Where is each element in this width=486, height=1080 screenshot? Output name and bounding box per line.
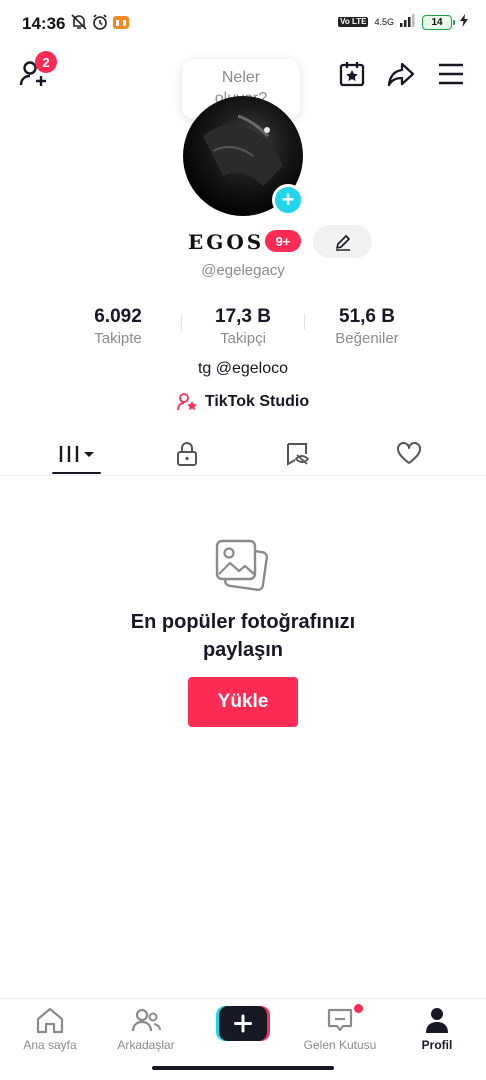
grid-icon <box>59 446 94 462</box>
likes-label: Beğeniler <box>335 330 399 347</box>
empty-title-line2: paylaşın <box>202 639 284 661</box>
studio-label: TikTok Studio <box>204 393 310 410</box>
likes-count: 51,6 B <box>339 306 395 327</box>
photo-icon <box>213 537 273 600</box>
creator-star-icon <box>176 393 197 411</box>
username: @egelegacy <box>201 262 285 279</box>
followers-count: 17,3 B <box>215 306 271 327</box>
followers-label: Takipçi <box>220 330 266 347</box>
tab-liked[interactable] <box>379 434 439 474</box>
volte-indicator: Vo LTE <box>338 16 369 28</box>
bio: tg @egeloco <box>197 360 289 377</box>
share-profile-button[interactable] <box>383 56 419 92</box>
hidden-reposts-icon <box>287 443 310 466</box>
nav-profile[interactable]: Profil <box>389 1006 485 1052</box>
friends-icon <box>131 1008 161 1032</box>
status-indicators: Vo LTE 4.5G 14 <box>338 14 468 30</box>
nav-friends[interactable]: Arkadaşlar <box>98 1006 194 1052</box>
create-icon <box>216 1006 270 1041</box>
tab-private[interactable] <box>157 434 217 474</box>
empty-title-line1: En popüler fotoğrafınızı <box>130 611 356 633</box>
notifications-muted-icon <box>70 13 88 36</box>
upload-button[interactable]: Yükle <box>188 677 298 727</box>
signal-icon <box>400 14 416 30</box>
display-name: EGOS <box>188 230 265 254</box>
note-line1: Neler <box>221 69 261 87</box>
plus-icon: + <box>281 187 295 212</box>
charging-icon <box>460 14 468 30</box>
friend-requests-badge: 2 <box>35 51 57 73</box>
calendar-button[interactable] <box>334 56 370 92</box>
inbox-unread-dot <box>354 1004 363 1013</box>
stat-likes[interactable]: 51,6 B Beğeniler <box>302 306 432 347</box>
home-icon <box>36 1007 64 1034</box>
tiktok-studio-link[interactable]: TikTok Studio <box>0 392 486 412</box>
nav-profile-label: Profil <box>421 1038 453 1052</box>
create-button[interactable] <box>216 1006 270 1041</box>
share-icon <box>387 62 415 87</box>
app-notification-icon <box>112 13 130 36</box>
battery-indicator: 14 <box>422 14 455 30</box>
following-label: Takipte <box>94 330 142 347</box>
tab-videos[interactable] <box>47 434 107 474</box>
network-type: 4.5G <box>374 16 394 27</box>
calendar-star-icon <box>339 62 365 87</box>
active-tab-indicator <box>52 472 101 474</box>
notification-badge: 9+ <box>265 230 301 252</box>
nav-home[interactable]: Ana sayfa <box>2 1006 98 1052</box>
pencil-icon <box>335 234 350 251</box>
lock-icon <box>177 442 197 466</box>
stat-followers[interactable]: 17,3 B Takipçi <box>178 306 308 347</box>
nav-home-label: Ana sayfa <box>23 1038 77 1052</box>
heart-icon <box>397 442 421 464</box>
nav-inbox-label: Gelen Kutusu <box>303 1038 377 1052</box>
edit-profile-button[interactable] <box>313 225 372 258</box>
tab-hidden-reposts[interactable] <box>267 434 327 474</box>
alarm-icon <box>91 13 109 36</box>
empty-state-title: En popüler fotoğrafınızı paylaşın <box>0 608 486 664</box>
inbox-icon <box>327 1008 353 1032</box>
menu-button[interactable] <box>433 56 469 92</box>
nav-friends-label: Arkadaşlar <box>117 1038 175 1052</box>
add-story-button[interactable]: + <box>272 184 304 216</box>
nav-inbox[interactable]: Gelen Kutusu <box>292 1006 388 1052</box>
stat-following[interactable]: 6.092 Takipte <box>53 306 183 347</box>
status-time: 14:36 <box>22 14 66 33</box>
following-count: 6.092 <box>94 306 142 327</box>
profile-icon <box>426 1008 448 1033</box>
hamburger-menu-icon <box>439 63 463 85</box>
home-indicator[interactable] <box>152 1066 334 1070</box>
